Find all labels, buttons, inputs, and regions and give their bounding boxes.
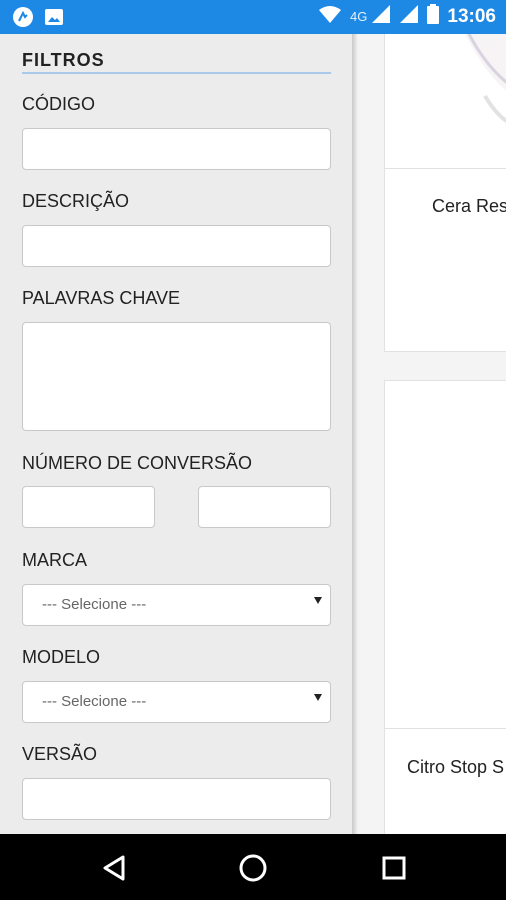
recents-icon — [382, 856, 406, 880]
versao-label: VERSÃO — [22, 744, 98, 764]
battery-icon — [427, 4, 440, 29]
navigation-bar — [0, 834, 506, 900]
marca-selected-value: --- Selecione --- — [42, 596, 147, 613]
back-button[interactable] — [94, 848, 134, 888]
status-bar: 4G 13:06 — [0, 0, 506, 34]
numero-conversao-label: NÚMERO DE CONVERSÃO — [22, 453, 253, 473]
palavras-chave-textarea[interactable] — [22, 322, 331, 431]
network-type: 4G — [350, 9, 368, 24]
app-notification-icon — [12, 6, 34, 33]
product-title[interactable]: Cera Res — [432, 196, 506, 217]
home-icon — [239, 854, 267, 882]
home-button[interactable] — [233, 848, 273, 888]
card-divider — [385, 728, 506, 729]
back-icon — [103, 855, 125, 881]
filters-divider — [22, 72, 331, 74]
modelo-select[interactable]: --- Selecione --- — [22, 681, 331, 723]
marca-select[interactable]: --- Selecione --- — [22, 584, 331, 626]
chevron-down-icon — [314, 597, 322, 604]
chevron-down-icon — [314, 694, 322, 701]
wifi-icon — [318, 4, 342, 29]
palavras-chave-label: PALAVRAS CHAVE — [22, 288, 181, 308]
product-title[interactable]: Citro Stop S — [407, 757, 504, 778]
clock: 13:06 — [447, 5, 496, 27]
modelo-label: MODELO — [22, 647, 101, 667]
product-image — [465, 34, 506, 124]
marca-label: MARCA — [22, 550, 88, 570]
numero-conversao-to-input[interactable] — [198, 486, 331, 528]
codigo-input[interactable] — [22, 128, 331, 170]
descricao-input[interactable] — [22, 225, 331, 267]
descricao-label: DESCRIÇÃO — [22, 191, 130, 211]
signal-4g-icon — [371, 4, 391, 29]
signal-icon — [399, 4, 419, 29]
product-card[interactable]: Citro Stop S — [384, 380, 506, 840]
filters-title: FILTROS — [22, 50, 105, 70]
drawer-shadow — [352, 34, 358, 834]
recents-button[interactable] — [374, 848, 414, 888]
card-divider — [385, 168, 506, 169]
product-card[interactable]: Cera Res — [384, 34, 506, 352]
filters-drawer: FILTROS CÓDIGO DESCRIÇÃO PALAVRAS CHAVE … — [0, 34, 352, 834]
numero-conversao-from-input[interactable] — [22, 486, 155, 528]
codigo-label: CÓDIGO — [22, 94, 96, 114]
versao-input[interactable] — [22, 778, 331, 820]
image-icon — [44, 7, 64, 32]
modelo-selected-value: --- Selecione --- — [42, 693, 147, 710]
